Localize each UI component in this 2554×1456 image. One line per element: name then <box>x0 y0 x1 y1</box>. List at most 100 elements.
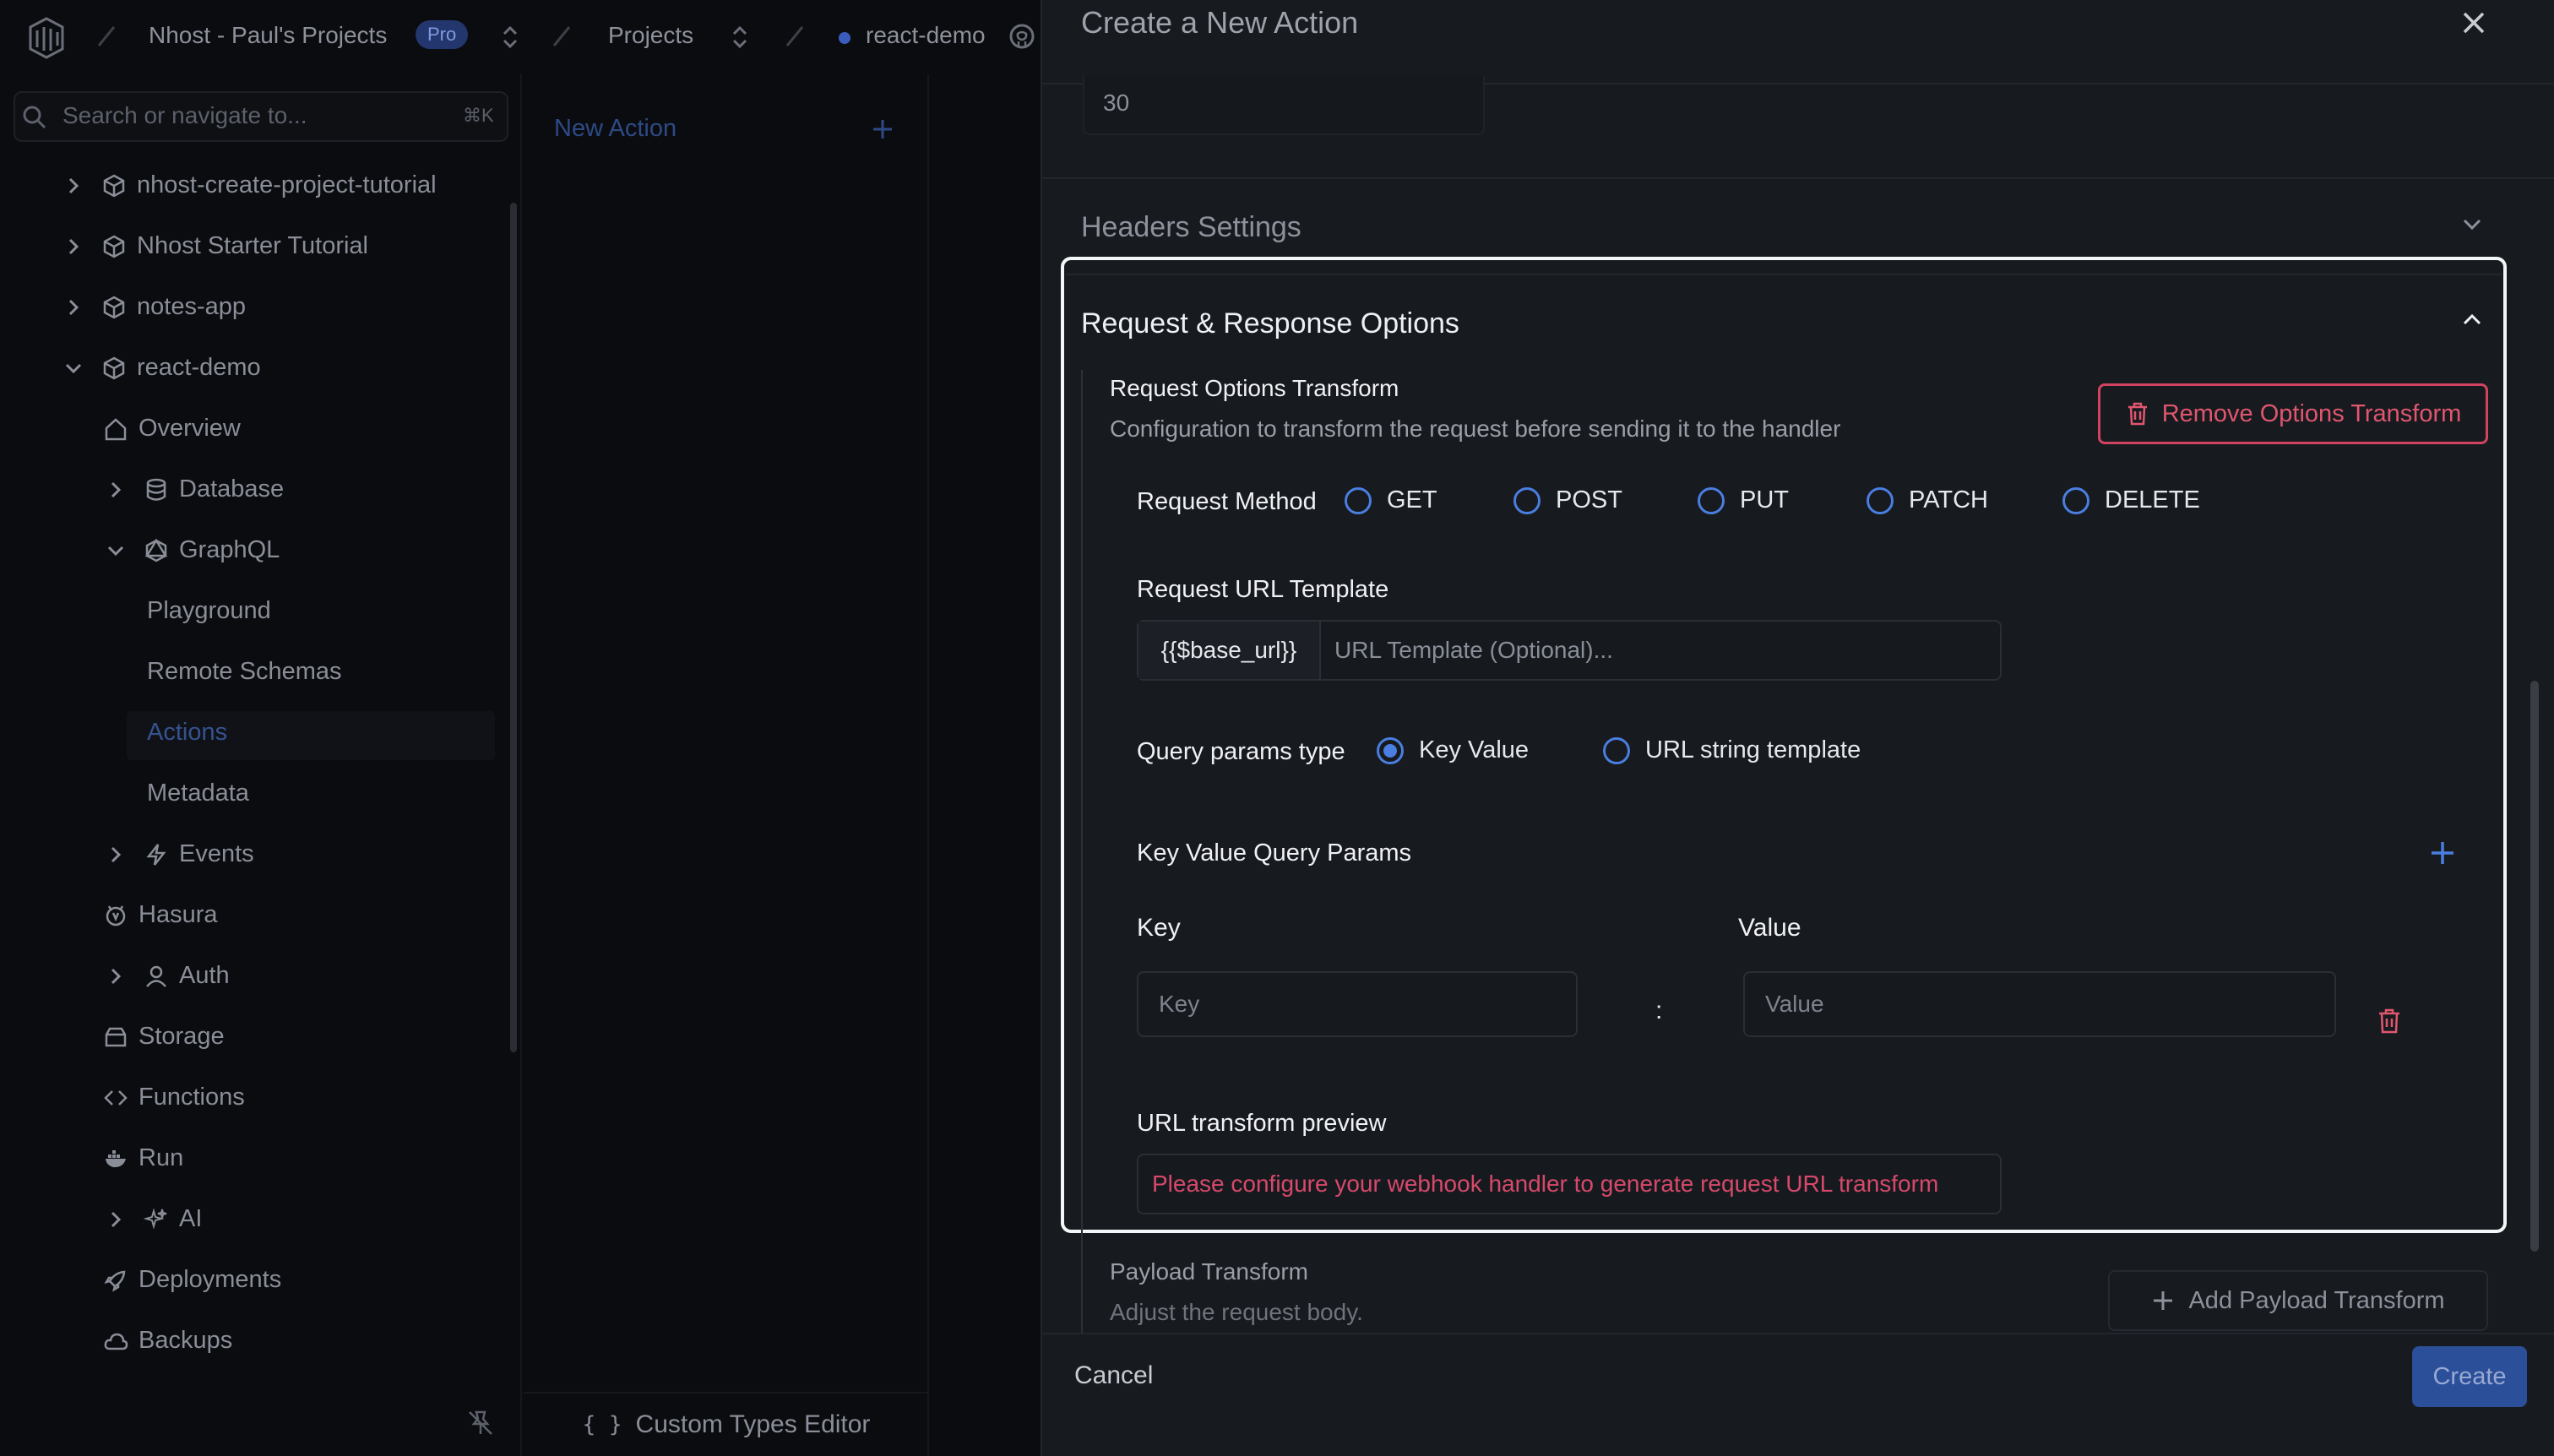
custom-types-label: Custom Types Editor <box>635 1410 871 1438</box>
chevron-down-icon[interactable] <box>2459 211 2485 236</box>
add-payload-transform-button[interactable]: Add Payload Transform <box>2108 1270 2488 1331</box>
sidebar-item-database[interactable]: Database <box>105 475 284 503</box>
sidebar-item-actions[interactable]: Actions <box>147 719 227 747</box>
sidebar-scrollbar[interactable] <box>510 203 517 1052</box>
cube-icon <box>103 235 125 258</box>
request-response-title[interactable]: Request & Response Options <box>1081 307 1459 340</box>
chevron-up-icon[interactable] <box>2459 307 2485 333</box>
radio-label: PATCH <box>1909 486 1988 513</box>
request-method-label: Request Method <box>1137 488 1317 515</box>
new-action-item[interactable]: New Action <box>554 115 677 143</box>
search-icon <box>23 106 46 129</box>
sidebar-item-label: Backups <box>139 1327 233 1354</box>
org-switcher-chevrons-icon[interactable] <box>500 24 520 51</box>
github-icon[interactable] <box>1009 24 1035 49</box>
cube-icon <box>103 296 125 318</box>
background-app: Nhost - Paul's Projects Pro Projects rea… <box>0 0 1041 1456</box>
radio-method-get[interactable]: GET <box>1345 486 1437 514</box>
radio-label: POST <box>1556 486 1622 513</box>
query-param-value-input[interactable]: Value <box>1743 971 2336 1037</box>
sidebar-item-label: AI <box>179 1205 203 1232</box>
headers-settings-title[interactable]: Headers Settings <box>1081 211 1301 244</box>
sidebar-item-events[interactable]: Events <box>105 840 254 868</box>
top-bar: Nhost - Paul's Projects Pro Projects rea… <box>0 0 1041 74</box>
radio-query-key-value[interactable]: Key Value <box>1377 736 1529 764</box>
chevron-right-icon <box>68 299 79 315</box>
radio-label: PUT <box>1740 486 1789 513</box>
sidebar-item-remote-schemas[interactable]: Remote Schemas <box>147 658 342 686</box>
sidebar-item-nhost-starter-tutorial[interactable]: Nhost Starter Tutorial <box>62 232 368 260</box>
close-icon[interactable] <box>2458 7 2490 39</box>
sidebar-item-backups[interactable]: Backups <box>103 1327 232 1355</box>
radio-circle[interactable] <box>2062 486 2089 514</box>
payload-transform-title: Payload Transform <box>1110 1258 1308 1285</box>
sidebar-item-overview[interactable]: Overview <box>103 415 241 443</box>
radio-label: DELETE <box>2105 486 2200 513</box>
project-crumb[interactable]: react-demo <box>866 22 986 49</box>
radio-circle[interactable] <box>1513 486 1541 514</box>
radio-circle-selected[interactable] <box>1377 736 1404 764</box>
timeout-input[interactable] <box>1083 76 1485 135</box>
code-icon <box>104 1089 128 1106</box>
sidebar-item-notes-app[interactable]: notes-app <box>62 293 246 321</box>
remove-options-transform-button[interactable]: Remove Options Transform <box>2098 383 2488 444</box>
radio-circle[interactable] <box>1867 486 1894 514</box>
radio-method-patch[interactable]: PATCH <box>1867 486 1988 514</box>
create-button[interactable]: Create <box>2412 1346 2527 1407</box>
plus-icon <box>2154 1291 2173 1310</box>
chevron-right-icon <box>68 238 79 254</box>
url-template-field[interactable]: {{$base_url}} URL Template (Optional)... <box>1137 620 2002 681</box>
sidebar-item-graphql[interactable]: GraphQL <box>105 536 280 564</box>
sidebar-item-ai[interactable]: AI <box>105 1205 202 1233</box>
sidebar-item-label: Actions <box>147 719 228 746</box>
sidebar-item-playground[interactable]: Playground <box>147 597 271 625</box>
sidebar-item-react-demo[interactable]: react-demo <box>62 354 261 382</box>
sidebar-item-label: react-demo <box>137 354 261 381</box>
radio-method-delete[interactable]: DELETE <box>2062 486 2200 514</box>
lightning-icon <box>146 843 166 866</box>
sidebar-item-auth[interactable]: Auth <box>105 962 230 990</box>
sidebar-item-label: Events <box>179 840 254 867</box>
projects-crumb[interactable]: Projects <box>608 22 693 49</box>
radio-circle[interactable] <box>1698 486 1725 514</box>
chevron-right-icon <box>111 481 122 497</box>
cloud-icon <box>104 1333 128 1350</box>
sidebar-item-label: Auth <box>179 962 230 989</box>
delete-query-param-icon[interactable] <box>2375 1007 2404 1035</box>
url-transform-preview: Please configure your webhook handler to… <box>1137 1154 2002 1214</box>
sidebar-item-storage[interactable]: Storage <box>103 1023 225 1051</box>
chevron-right-icon <box>111 846 122 862</box>
sidebar-item-label: notes-app <box>137 293 246 320</box>
project-status-dot <box>839 32 850 44</box>
url-template-input[interactable]: URL Template (Optional)... <box>1321 622 2000 679</box>
sidebar-item-metadata[interactable]: Metadata <box>147 780 249 807</box>
add-query-param-icon[interactable] <box>2429 839 2456 867</box>
radio-circle[interactable] <box>1345 486 1372 514</box>
radio-method-put[interactable]: PUT <box>1698 486 1789 514</box>
sidebar-item-label: Playground <box>147 597 271 624</box>
sidebar-item-hasura[interactable]: Hasura <box>103 901 218 929</box>
drawer-scrollbar[interactable] <box>2530 681 2539 1252</box>
sidebar-item-deployments[interactable]: Deployments <box>103 1266 281 1294</box>
sidebar-item-functions[interactable]: Functions <box>103 1084 245 1111</box>
sidebar-item-nhost-create-project-tutorial[interactable]: nhost-create-project-tutorial <box>62 171 437 199</box>
sidebar-item-run[interactable]: Run <box>103 1144 183 1172</box>
project-switcher-chevrons-icon[interactable] <box>730 24 750 51</box>
trash-icon <box>2127 402 2147 426</box>
radio-method-post[interactable]: POST <box>1513 486 1622 514</box>
query-param-key-input[interactable]: Key <box>1137 971 1578 1037</box>
add-action-icon[interactable] <box>870 117 895 142</box>
storage-icon <box>105 1027 127 1046</box>
sidebar-item-label: Nhost Starter Tutorial <box>137 232 368 259</box>
radio-circle[interactable] <box>1603 736 1630 764</box>
custom-types-editor-button[interactable]: { } Custom Types Editor <box>524 1392 929 1456</box>
breadcrumb-separator-icon <box>552 26 571 46</box>
radio-query-url-string[interactable]: URL string template <box>1603 736 1861 764</box>
nhost-logo-icon[interactable] <box>25 17 68 59</box>
cancel-button[interactable]: Cancel <box>1074 1361 1153 1390</box>
cube-icon <box>103 174 125 197</box>
unpin-icon[interactable] <box>466 1409 495 1437</box>
rocket-icon <box>104 1270 126 1292</box>
org-name[interactable]: Nhost - Paul's Projects <box>149 22 387 49</box>
docker-icon <box>106 1149 126 1167</box>
